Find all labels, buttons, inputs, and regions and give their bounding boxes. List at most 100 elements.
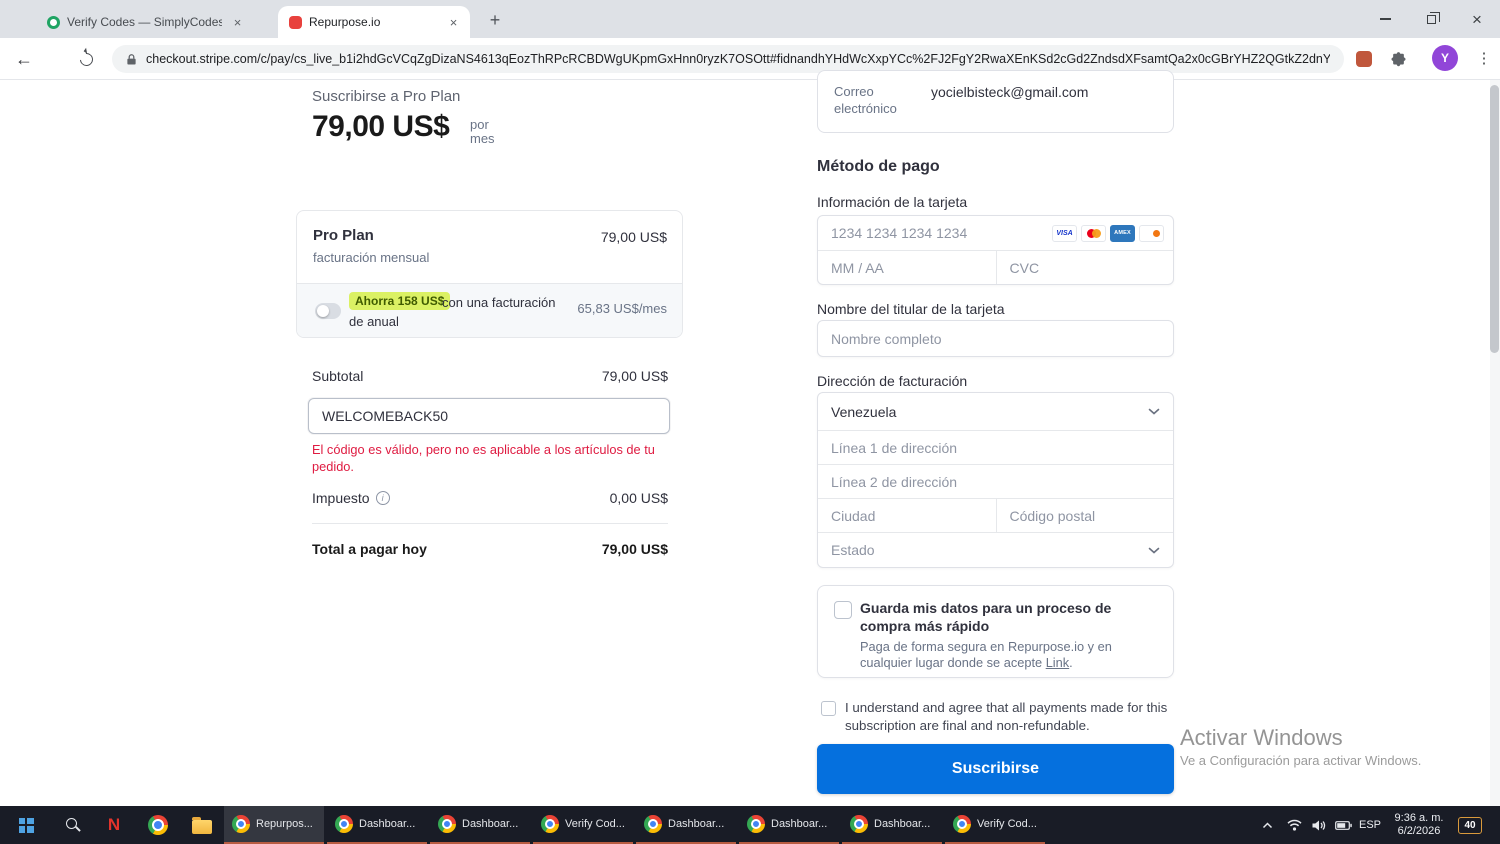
start-button[interactable] — [6, 806, 46, 844]
window-minimize-button[interactable] — [1362, 0, 1408, 38]
window-label: Repurpos... — [256, 818, 313, 830]
tab-repurpose[interactable]: Repurpose.io × — [278, 6, 470, 38]
chrome-icon — [438, 815, 456, 833]
card-expiry-input[interactable] — [818, 251, 996, 284]
taskbar-window-3[interactable]: Dashboar... — [430, 806, 530, 844]
link-link[interactable]: Link — [1046, 655, 1069, 670]
browser-menu-icon[interactable]: ⋮ — [1474, 46, 1494, 70]
save-info-checkbox[interactable] — [834, 601, 852, 619]
tab-close-icon[interactable]: × — [445, 14, 462, 31]
activate-windows-subtitle: Ve a Configuración para activar Windows. — [1180, 753, 1422, 768]
chrome-icon — [850, 815, 868, 833]
taskbar-window-8[interactable]: Verify Cod... — [945, 806, 1045, 844]
save-info-box: Guarda mis datos para un proceso de comp… — [817, 585, 1174, 678]
cardholder-input[interactable] — [818, 321, 1173, 356]
save-info-title: Guarda mis datos para un proceso de comp… — [860, 600, 1112, 634]
total-label: Total a pagar hoy — [312, 541, 427, 557]
chrome-icon — [541, 815, 559, 833]
country-select[interactable]: Venezuela — [818, 393, 1173, 430]
taskbar-window-2[interactable]: Dashboar... — [327, 806, 427, 844]
chrome-icon — [644, 815, 662, 833]
chrome-icon — [232, 815, 250, 833]
price-interval: por mes — [470, 118, 495, 146]
price-interval-line1: por — [470, 117, 489, 132]
taskbar-window-1[interactable]: Repurpos... — [224, 806, 324, 844]
simplycodes-favicon — [47, 15, 60, 29]
scrollbar-thumb[interactable] — [1490, 85, 1499, 353]
card-info-group: VISA AMEX 123 — [817, 215, 1204, 285]
savings-text-line1: con una facturación — [442, 295, 556, 310]
tray-expand-button[interactable] — [1254, 806, 1280, 844]
puzzle-icon — [1390, 51, 1406, 66]
activate-windows-title: Activar Windows — [1180, 725, 1343, 750]
window-close-button[interactable]: × — [1454, 0, 1500, 38]
language-indicator[interactable]: ESP — [1354, 806, 1386, 844]
lock-icon — [127, 53, 136, 65]
state-select[interactable]: Estado — [818, 532, 1173, 567]
address-line2-input[interactable] — [818, 465, 1173, 498]
new-tab-button[interactable]: + — [482, 7, 508, 33]
pinned-chrome[interactable] — [138, 806, 178, 844]
tab-verify-codes[interactable]: Verify Codes — SimplyCodes × — [36, 6, 254, 38]
window-label: Verify Cod... — [565, 818, 625, 830]
window-restore-button[interactable] — [1408, 0, 1454, 38]
tax-info-icon[interactable]: i — [375, 491, 390, 505]
billing-address-label: Dirección de facturación — [817, 373, 968, 389]
tax-value: 0,00 US$ — [609, 490, 668, 506]
taskbar-search-button[interactable] — [50, 806, 90, 844]
battery-tray-button[interactable] — [1330, 806, 1356, 844]
card-info-label: Información de la tarjeta — [817, 194, 968, 210]
total-value: 79,00 US$ — [601, 541, 668, 557]
city-input[interactable] — [818, 499, 996, 532]
total-row: Total a pagar hoy 79,00 US$ — [312, 541, 668, 557]
window-label: Dashboar... — [771, 818, 828, 830]
close-icon: × — [1472, 9, 1482, 29]
subscribe-button[interactable]: Suscribirse — [817, 744, 1174, 794]
tab-title: Repurpose.io — [309, 15, 381, 29]
taskbar-window-7[interactable]: Dashboar... — [842, 806, 942, 844]
card-number-input[interactable] — [818, 216, 1048, 250]
extension-icon[interactable] — [1348, 43, 1380, 75]
tax-label: Impuesto — [312, 490, 370, 506]
window-label: Dashboar... — [668, 818, 725, 830]
taskbar-window-5[interactable]: Dashboar... — [636, 806, 736, 844]
notification-tray-button[interactable]: 40 — [1452, 806, 1488, 844]
network-tray-button[interactable] — [1282, 806, 1306, 844]
address-bar[interactable]: checkout.stripe.com/c/pay/cs_live_b1i2hd… — [112, 45, 1344, 73]
address-line1-input[interactable] — [818, 431, 1173, 464]
email-value: yocielbisteck@gmail.com — [931, 84, 1089, 100]
plan-price: 79,00 US$ — [312, 110, 450, 143]
card-cvc-input[interactable] — [996, 251, 1204, 284]
taskbar-window-4[interactable]: Verify Cod... — [533, 806, 633, 844]
mastercard-icon — [1081, 224, 1106, 242]
window-label: Dashboar... — [874, 818, 931, 830]
reload-button[interactable] — [70, 43, 102, 75]
search-icon — [66, 818, 77, 829]
pinned-file-explorer[interactable] — [182, 806, 222, 844]
pinned-app-n[interactable]: N — [94, 806, 134, 844]
window-label: Dashboar... — [462, 818, 519, 830]
time-text: 9:36 a. m. — [1394, 812, 1444, 824]
volume-tray-button[interactable] — [1306, 806, 1330, 844]
back-icon: ← — [15, 48, 33, 69]
product-price: 79,00 US$ — [600, 229, 667, 245]
taskbar-window-6[interactable]: Dashboar... — [739, 806, 839, 844]
annual-billing-toggle[interactable] — [315, 303, 341, 319]
postal-code-input[interactable] — [995, 499, 1173, 532]
terms-checkbox[interactable] — [821, 701, 836, 716]
clock[interactable]: 9:36 a. m. 6/2/2026 — [1388, 806, 1450, 844]
promo-code-field — [308, 398, 670, 434]
annual-price: 65,83 US$/mes — [577, 301, 667, 316]
extensions-menu-button[interactable] — [1382, 43, 1414, 75]
save-info-period: . — [1069, 655, 1073, 670]
tab-close-icon[interactable]: × — [229, 14, 246, 31]
save-info-subtext-text: Paga de forma segura en Repurpose.io y e… — [860, 639, 1112, 670]
profile-avatar[interactable]: Y — [1432, 45, 1458, 71]
promo-code-input[interactable] — [309, 399, 669, 433]
back-button[interactable]: ← — [8, 43, 40, 75]
savings-badge: Ahorra 158 US$ — [349, 292, 451, 310]
window-label: Verify Cod... — [977, 818, 1037, 830]
tax-row: Impuesto i 0,00 US$ — [312, 490, 668, 506]
cardholder-field — [817, 320, 1174, 357]
repurpose-favicon — [289, 15, 302, 29]
